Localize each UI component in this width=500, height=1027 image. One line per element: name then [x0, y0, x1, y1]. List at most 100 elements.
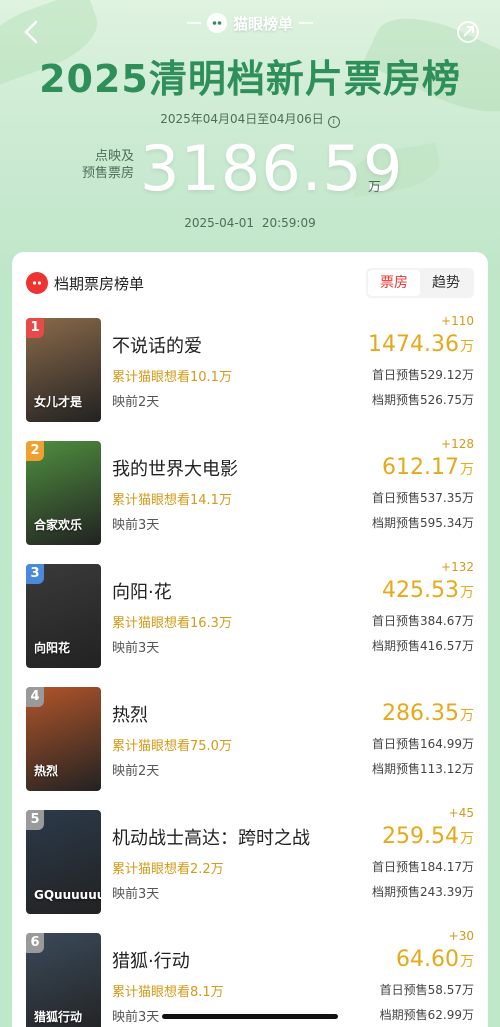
days-before-release: 映前2天: [112, 764, 160, 779]
period-presale: 档期预售416.57万: [372, 639, 474, 653]
gross-delta: +132: [441, 560, 474, 574]
movie-row[interactable]: 猎狐行动 6 猎狐·行动 累计猫眼想看8.1万 映前3天 +30 64.60万 …: [12, 929, 488, 1027]
gross-number: 1474.36: [368, 332, 459, 357]
total-box-office: 3186.59: [140, 132, 404, 205]
gross-delta: +110: [441, 314, 474, 328]
wish-count: 累计猫眼想看10.1万: [112, 370, 232, 385]
hero-banner: 猫眼榜单 2025清明档新片票房榜 2025年04月04日至04月06日 i 点映…: [0, 0, 500, 280]
movie-poster[interactable]: 向阳花 3: [26, 564, 101, 668]
first-day-presale: 首日预售58.57万: [379, 983, 474, 997]
gross-delta: +45: [448, 806, 474, 820]
movie-poster[interactable]: 热烈 4: [26, 687, 101, 791]
wish-count: 累计猫眼想看8.1万: [112, 985, 224, 1000]
tab-box-office[interactable]: 票房: [368, 270, 420, 296]
rank-badge: 6: [26, 933, 44, 953]
date-range: 2025年04月04日至04月06日 i: [0, 110, 500, 128]
movie-title[interactable]: 猎狐·行动: [112, 947, 190, 973]
timestamp: 2025-04-01 20:59:09: [184, 216, 316, 230]
gross-number: 286.35: [382, 701, 459, 726]
rank-badge: 5: [26, 810, 44, 830]
home-indicator[interactable]: [162, 1014, 338, 1019]
rank-badge: 4: [26, 687, 44, 707]
period-presale: 档期预售595.34万: [372, 516, 474, 530]
gross-unit: 万: [460, 585, 474, 601]
rank-badge: 1: [26, 318, 44, 338]
gross-number: 425.53: [382, 578, 459, 603]
gross-unit: 万: [460, 954, 474, 970]
first-day-presale: 首日预售529.12万: [372, 368, 474, 382]
tab-switch: 票房 趋势: [366, 268, 474, 298]
movie-row[interactable]: 热烈 4 热烈 累计猫眼想看75.0万 映前2天 286.35万 首日预售164…: [12, 683, 488, 806]
gross-unit: 万: [460, 339, 474, 355]
gross-value: 259.54万: [382, 824, 474, 849]
card-header: 档期票房榜单 票房 趋势: [12, 252, 488, 312]
total-label: 点映及 预售票房: [78, 148, 134, 182]
movie-title[interactable]: 热烈: [112, 701, 148, 727]
wish-count: 累计猫眼想看75.0万: [112, 739, 232, 754]
gross-number: 612.17: [382, 455, 459, 480]
gross-value: 286.35万: [382, 701, 474, 726]
ranking-card: 档期票房榜单 票房 趋势 女儿才是 1 不说话的爱 累计猫眼想看10.1万 映前…: [12, 252, 488, 1027]
date-range-text: 2025年04月04日至04月06日: [160, 112, 324, 126]
period-presale: 档期预售62.99万: [379, 1008, 474, 1022]
divider: [186, 22, 201, 24]
gross-value: 612.17万: [382, 455, 474, 480]
brand-name: 猫眼榜单: [232, 14, 293, 33]
divider: [299, 22, 313, 24]
movie-title[interactable]: 机动战士高达：跨时之战: [112, 824, 310, 850]
poster-caption: GQuuuuuuX: [34, 888, 101, 902]
movie-poster[interactable]: GQuuuuuuX 5: [26, 810, 101, 914]
movie-title[interactable]: 我的世界大电影: [112, 455, 238, 481]
rank-badge: 3: [26, 564, 44, 584]
poster-caption: 猎狐行动: [34, 1010, 83, 1024]
card-title: 档期票房榜单: [54, 275, 145, 293]
movie-poster[interactable]: 女儿才是 1: [26, 318, 101, 422]
movie-row[interactable]: 合家欢乐 2 我的世界大电影 累计猫眼想看14.1万 映前3天 +128 612…: [12, 437, 488, 560]
movie-poster[interactable]: 合家欢乐 2: [26, 441, 101, 545]
movie-list: 女儿才是 1 不说话的爱 累计猫眼想看10.1万 映前2天 +110 1474.…: [12, 314, 488, 1027]
total-label-line1: 点映及: [94, 149, 134, 164]
gross-delta: +30: [448, 929, 474, 943]
page-title: 2025清明档新片票房榜: [39, 57, 461, 101]
gross-number: 259.54: [382, 824, 459, 849]
gross-number: 64.60: [396, 947, 459, 972]
first-day-presale: 首日预售537.35万: [372, 491, 474, 505]
maoyan-cat-icon: [26, 272, 48, 294]
days-before-release: 映前3天: [112, 518, 160, 533]
poster-caption: 向阳花: [34, 641, 71, 655]
brand: 猫眼榜单: [0, 10, 500, 36]
movie-poster[interactable]: 猎狐行动 6: [26, 933, 101, 1027]
days-before-release: 映前3天: [112, 1010, 160, 1025]
gross-unit: 万: [460, 462, 474, 478]
movie-row[interactable]: 向阳花 3 向阳·花 累计猫眼想看16.3万 映前3天 +132 425.53万…: [12, 560, 488, 683]
first-day-presale: 首日预售384.67万: [372, 614, 474, 628]
gross-value: 64.60万: [396, 947, 474, 972]
tab-trend[interactable]: 趋势: [420, 270, 472, 296]
total-label-line2: 预售票房: [81, 166, 134, 181]
gross-unit: 万: [460, 708, 474, 724]
info-icon[interactable]: i: [327, 116, 340, 128]
rank-badge: 2: [26, 441, 44, 461]
gross-delta: +128: [441, 437, 474, 451]
maoyan-logo-icon: [206, 13, 227, 33]
period-presale: 档期预售243.39万: [372, 885, 474, 899]
movie-row[interactable]: 女儿才是 1 不说话的爱 累计猫眼想看10.1万 映前2天 +110 1474.…: [12, 314, 488, 437]
poster-caption: 女儿才是: [34, 395, 83, 409]
movie-title[interactable]: 不说话的爱: [112, 332, 202, 358]
movie-row[interactable]: GQuuuuuuX 5 机动战士高达：跨时之战 累计猫眼想看2.2万 映前3天 …: [12, 806, 488, 929]
movie-title[interactable]: 向阳·花: [112, 578, 172, 604]
days-before-release: 映前2天: [112, 395, 160, 410]
period-presale: 档期预售113.12万: [372, 762, 474, 776]
poster-caption: 合家欢乐: [34, 518, 83, 532]
days-before-release: 映前3天: [112, 887, 160, 902]
gross-value: 425.53万: [382, 578, 474, 603]
wish-count: 累计猫眼想看16.3万: [112, 616, 232, 631]
first-day-presale: 首日预售164.99万: [372, 737, 474, 751]
period-presale: 档期预售526.75万: [372, 393, 474, 407]
gross-unit: 万: [460, 831, 474, 847]
total-unit: 万: [368, 180, 382, 195]
days-before-release: 映前3天: [112, 641, 160, 656]
first-day-presale: 首日预售184.17万: [372, 860, 474, 874]
wish-count: 累计猫眼想看2.2万: [112, 862, 224, 877]
wish-count: 累计猫眼想看14.1万: [112, 493, 232, 508]
